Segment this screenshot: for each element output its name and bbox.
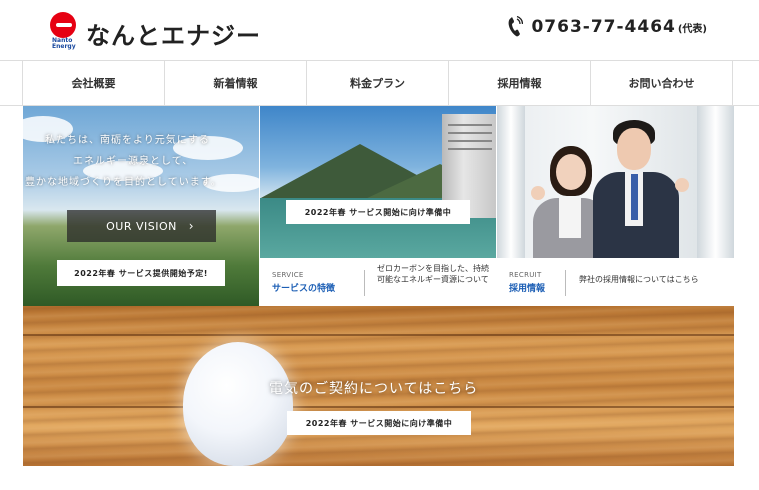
site-header: Nanto Energy なんとエナジー 0763-77-4464 (代表) (0, 0, 759, 60)
logo-sub-line2: Energy (52, 43, 76, 50)
woman-face (556, 154, 586, 190)
our-vision-button[interactable]: OUR VISION › (67, 210, 216, 242)
nav-spacer-right (733, 61, 758, 105)
business-people-image (497, 106, 734, 258)
divider (364, 270, 365, 296)
logo-sub-text: Nanto Energy (52, 38, 82, 50)
vision-line-3: 豊かな地域づくりを目的としています。 (25, 177, 222, 188)
global-nav: 会社概要 新着情報 料金プラン 採用情報 お問い合わせ (0, 60, 759, 106)
vision-line-2: エネルギー源泉として、 (73, 156, 194, 167)
recruit-title-link[interactable]: 採用情報 (509, 281, 545, 294)
man-tie (631, 174, 638, 220)
service-category: SERVICE (272, 271, 304, 279)
man-fist (675, 178, 689, 192)
nav-item-company[interactable]: 会社概要 (23, 61, 165, 105)
vision-statement: 私たちは、南砺をより元気にする エネルギー源泉として、 豊かな地域づくりを目的と… (23, 130, 259, 193)
recruit-panel[interactable]: RECRUIT 採用情報 弊社の採用情報についてはこちら (497, 106, 734, 306)
logo-text: なんとエナジー (86, 22, 261, 50)
nav-spacer-left (0, 61, 23, 105)
recruit-category: RECRUIT (509, 271, 542, 279)
contract-banner[interactable]: 電気のご契約についてはこちら 2022年春 サービス開始に向け準備中 (23, 306, 734, 466)
woman-fist (531, 186, 545, 200)
service-description: ゼロカーボンを目指した、持続可能なエネルギー資源について (377, 264, 489, 284)
service-info[interactable]: SERVICE サービスの特徴 ゼロカーボンを目指した、持続可能なエネルギー資源… (260, 258, 496, 306)
service-badge: 2022年春 サービス開始に向け準備中 (286, 200, 470, 224)
recruit-description: 弊社の採用情報についてはこちら (579, 275, 699, 284)
phone-number: 0763-77-4464 (531, 17, 676, 37)
recruit-info[interactable]: RECRUIT 採用情報 弊社の採用情報についてはこちら (497, 258, 733, 306)
phone-icon (509, 16, 524, 37)
contract-badge: 2022年春 サービス開始に向け準備中 (287, 411, 471, 435)
logo-mark-icon (50, 12, 76, 38)
nav-item-contact[interactable]: お問い合わせ (591, 61, 733, 105)
service-panel[interactable]: 2022年春 サービス開始に向け準備中 SERVICE サービスの特徴 ゼロカー… (260, 106, 496, 306)
vision-line-1: 私たちは、南砺をより元気にする (45, 135, 210, 146)
divider (565, 270, 566, 296)
feature-panels: 私たちは、南砺をより元気にする エネルギー源泉として、 豊かな地域づくりを目的と… (23, 106, 734, 306)
phone-note: (代表) (677, 23, 707, 35)
phone-contact[interactable]: 0763-77-4464 (代表) (507, 16, 707, 38)
nav-item-recruit[interactable]: 採用情報 (449, 61, 591, 105)
dam-landscape-image (260, 106, 496, 258)
background-pillar (497, 106, 525, 258)
service-title-link[interactable]: サービスの特徴 (272, 281, 335, 294)
man-face (617, 128, 651, 170)
chevron-right-icon: › (188, 219, 194, 233)
background-pillar (697, 106, 734, 258)
vision-badge: 2022年春 サービス提供開始予定! (57, 260, 225, 286)
nav-item-news[interactable]: 新着情報 (165, 61, 307, 105)
nav-item-pricing[interactable]: 料金プラン (307, 61, 449, 105)
our-vision-button-label: OUR VISION (106, 219, 177, 233)
wood-plank-seam (23, 406, 734, 408)
woman-shirt (559, 198, 581, 238)
logo[interactable]: Nanto Energy なんとエナジー (50, 10, 260, 52)
wood-plank-seam (23, 334, 734, 336)
contract-title[interactable]: 電気のご契約についてはこちら (269, 378, 478, 398)
light-bulb-image (183, 342, 293, 466)
vision-panel: 私たちは、南砺をより元気にする エネルギー源泉として、 豊かな地域づくりを目的と… (23, 106, 259, 306)
